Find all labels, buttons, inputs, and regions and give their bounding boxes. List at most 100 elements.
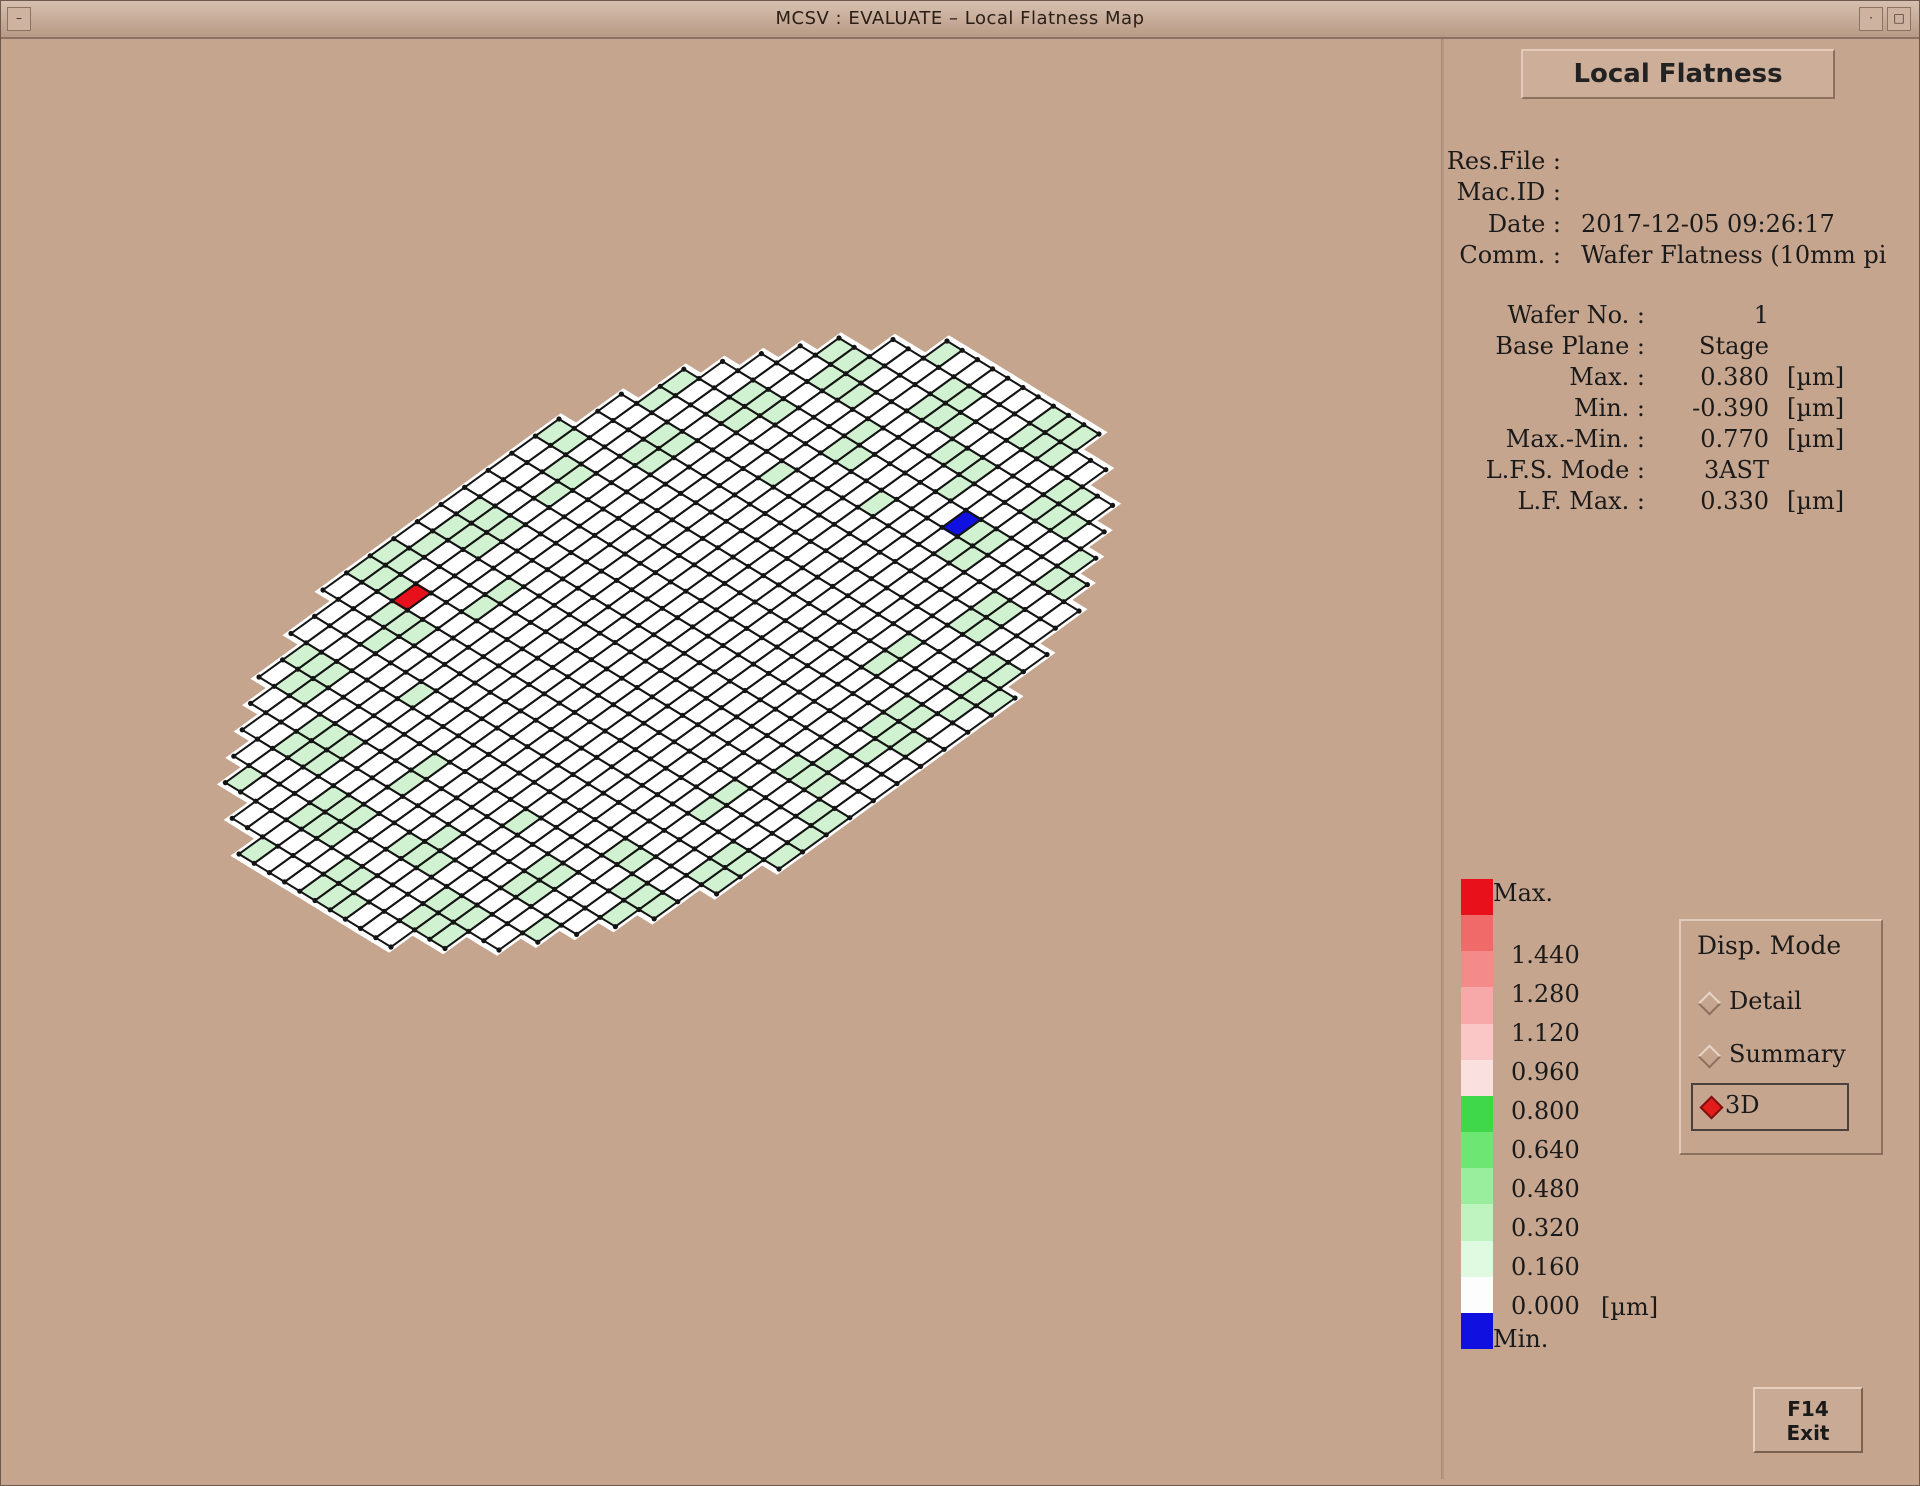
grid-node	[435, 910, 441, 916]
grid-node	[462, 484, 468, 490]
grid-node	[421, 554, 427, 560]
grid-node	[824, 486, 831, 492]
minimize-button[interactable]: ·	[1859, 7, 1883, 31]
grid-node	[602, 444, 608, 450]
grid-node	[852, 628, 858, 635]
grid-node	[653, 854, 659, 860]
grid-node	[912, 666, 919, 672]
grid-node	[646, 534, 652, 540]
display-mode-title: Disp. Mode	[1697, 931, 1842, 960]
grid-node	[959, 347, 965, 353]
grid-node	[391, 536, 397, 542]
grid-node	[317, 711, 323, 717]
grid-node	[826, 423, 832, 430]
maximize-button[interactable]: □	[1887, 7, 1911, 31]
grid-node	[251, 860, 257, 866]
grid-node	[799, 565, 805, 571]
legend-swatch	[1461, 915, 1493, 952]
radio-3d[interactable]: 3D	[1691, 1083, 1849, 1131]
grid-node	[828, 645, 834, 652]
grid-node	[845, 593, 851, 599]
grid-node	[730, 838, 737, 844]
grid-node	[529, 557, 535, 563]
grid-node	[290, 852, 296, 859]
grid-node	[725, 740, 731, 746]
grid-node	[1030, 580, 1036, 586]
grid-node	[554, 478, 561, 484]
grid-node	[266, 870, 272, 876]
grid-node	[640, 436, 647, 442]
grid-node	[668, 863, 674, 869]
grid-node	[796, 689, 802, 695]
grid-node	[676, 837, 683, 843]
grid-node	[888, 399, 895, 405]
legend-swatch	[1461, 1240, 1493, 1278]
grid-node	[782, 618, 789, 624]
grid-node	[884, 585, 890, 591]
grid-node	[342, 916, 348, 922]
grid-node	[405, 891, 411, 897]
grid-node	[482, 591, 488, 598]
grid-node	[231, 753, 237, 759]
grid-node	[598, 568, 605, 574]
grid-node	[766, 670, 772, 677]
grid-node	[749, 723, 755, 729]
stat-value: 0.380	[1700, 363, 1769, 391]
grid-node	[428, 874, 434, 880]
grid-node	[830, 583, 836, 590]
grid-node	[990, 650, 996, 656]
stat-label: Max.-Min. :	[1505, 425, 1645, 453]
grid-node	[986, 490, 993, 496]
grid-node	[867, 638, 873, 644]
grid-node	[396, 633, 402, 640]
grid-node	[610, 702, 617, 708]
grid-node	[624, 489, 630, 495]
display-mode-group: Disp. Mode Detail Summary 3D	[1679, 919, 1883, 1155]
grid-node	[855, 504, 861, 510]
grid-node	[742, 403, 748, 409]
grid-node	[928, 675, 934, 681]
grid-node	[1047, 527, 1053, 533]
grid-node	[835, 681, 841, 687]
grid-node	[615, 515, 621, 521]
grid-node	[619, 675, 625, 681]
grid-node	[757, 697, 763, 703]
grid-node	[318, 649, 324, 655]
grid-node	[672, 393, 679, 399]
grid-node	[652, 570, 659, 576]
grid-node	[334, 658, 340, 665]
grid-node	[889, 683, 895, 689]
grid-node	[1050, 403, 1056, 409]
grid-node	[486, 751, 492, 758]
grid-node	[671, 455, 677, 461]
grid-node	[983, 614, 989, 620]
grid-node	[776, 582, 782, 588]
grid-node	[454, 795, 460, 801]
grid-node	[865, 700, 871, 706]
grid-node	[780, 396, 787, 402]
grid-node	[507, 512, 513, 518]
grid-node	[506, 858, 512, 865]
grid-node	[644, 880, 651, 886]
grid-node	[804, 378, 810, 385]
grid-node	[909, 506, 915, 512]
grid-node	[853, 566, 859, 572]
grid-node	[724, 802, 730, 809]
wafer-map-area	[9, 39, 1439, 1479]
exit-button[interactable]: F14 Exit	[1753, 1387, 1863, 1453]
legend-level-label: 0.480	[1511, 1175, 1580, 1203]
grid-node	[625, 427, 631, 433]
grid-node	[406, 829, 412, 835]
grid-node	[357, 641, 363, 647]
grid-node	[519, 646, 525, 652]
grid-node	[944, 622, 951, 628]
grid-node	[481, 938, 487, 944]
grid-node	[951, 658, 957, 664]
grid-node	[858, 380, 864, 386]
grid-node	[616, 799, 622, 806]
stat-value: Stage	[1699, 332, 1769, 360]
grid-node	[823, 832, 829, 838]
grid-node	[900, 532, 907, 538]
grid-node	[639, 498, 645, 504]
grid-node	[651, 632, 657, 638]
